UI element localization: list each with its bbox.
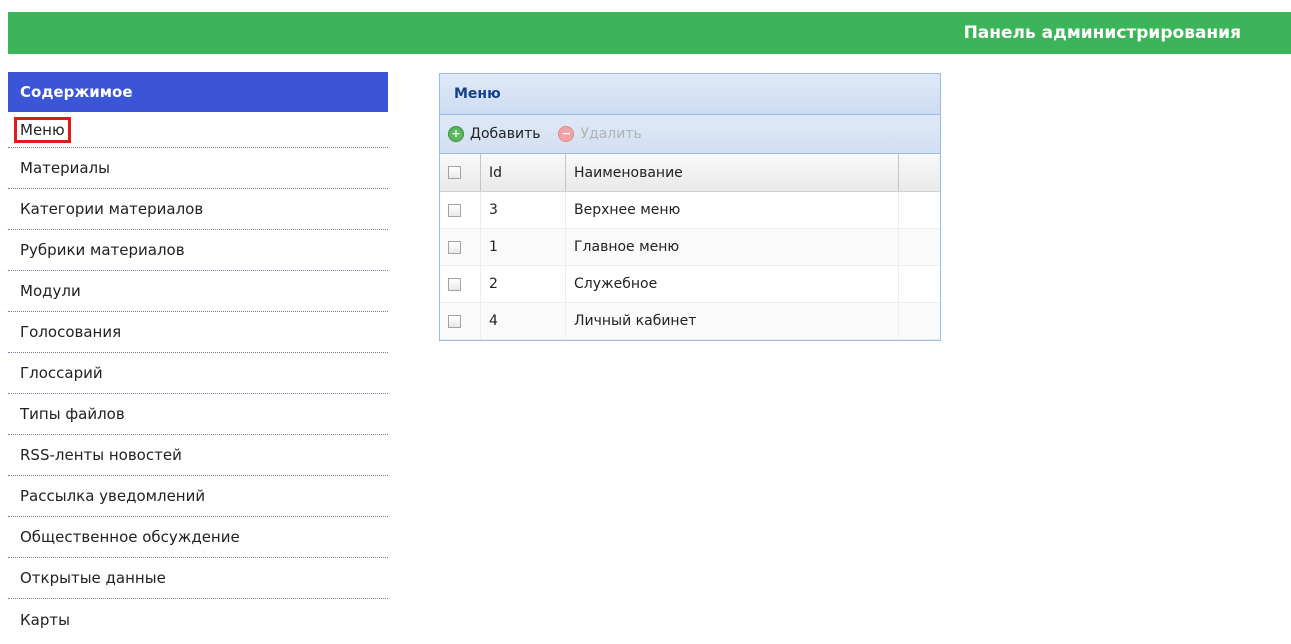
row-id: 4 bbox=[480, 302, 566, 340]
row-checkbox-cell bbox=[440, 228, 481, 266]
sidebar-item-public-discussion[interactable]: Общественное обсуждение bbox=[8, 517, 388, 558]
sidebar-item-label: Категории материалов bbox=[20, 200, 204, 218]
row-filler bbox=[898, 265, 940, 303]
table-header-row: Id Наименование bbox=[440, 154, 940, 192]
sidebar-item-menu[interactable]: Меню bbox=[8, 112, 388, 148]
row-filler bbox=[898, 191, 940, 229]
sidebar-item-maps[interactable]: Карты bbox=[8, 599, 388, 640]
sidebar-item-label: Голосования bbox=[20, 323, 122, 341]
row-id: 2 bbox=[480, 265, 566, 303]
table-row[interactable]: 4 Личный кабинет bbox=[440, 302, 940, 340]
row-filler bbox=[898, 302, 940, 340]
sidebar-item-notifications[interactable]: Рассылка уведомлений bbox=[8, 476, 388, 517]
sidebar-item-label: Рассылка уведомлений bbox=[20, 487, 206, 505]
sidebar-item-label: Общественное обсуждение bbox=[20, 528, 240, 546]
add-button[interactable]: + Добавить bbox=[448, 126, 540, 142]
sidebar-item-open-data[interactable]: Открытые данные bbox=[8, 558, 388, 599]
grid-toolbar: + Добавить − Удалить bbox=[440, 115, 940, 154]
column-header-id[interactable]: Id bbox=[480, 154, 566, 192]
sidebar-item-label: Рубрики материалов bbox=[20, 241, 185, 259]
sidebar-menu: Меню Материалы Категории материалов Рубр… bbox=[8, 112, 388, 640]
sidebar-item-label: Модули bbox=[20, 282, 81, 300]
table-row[interactable]: 1 Главное меню bbox=[440, 228, 940, 266]
table-row[interactable]: 2 Служебное bbox=[440, 265, 940, 303]
row-name: Главное меню bbox=[565, 228, 899, 266]
sidebar-item-file-types[interactable]: Типы файлов bbox=[8, 394, 388, 435]
row-name: Служебное bbox=[565, 265, 899, 303]
minus-circle-icon: − bbox=[558, 126, 575, 142]
row-checkbox[interactable] bbox=[448, 314, 461, 328]
sidebar-item-label: Типы файлов bbox=[20, 405, 125, 423]
row-id: 3 bbox=[480, 191, 566, 229]
select-all-checkbox[interactable] bbox=[448, 166, 461, 179]
sidebar-item-polls[interactable]: Голосования bbox=[8, 312, 388, 353]
sidebar-item-materials[interactable]: Материалы bbox=[8, 148, 388, 189]
sidebar-item-label: Карты bbox=[20, 610, 70, 629]
sidebar-item-label: Меню bbox=[14, 116, 71, 143]
delete-button[interactable]: − Удалить bbox=[558, 126, 642, 142]
admin-panel-title: Панель администрирования bbox=[963, 23, 1241, 43]
row-name: Верхнее меню bbox=[565, 191, 899, 229]
row-id: 1 bbox=[480, 228, 566, 266]
row-filler bbox=[898, 228, 940, 266]
delete-button-label: Удалить bbox=[580, 126, 642, 142]
row-checkbox[interactable] bbox=[448, 240, 461, 254]
column-header-name[interactable]: Наименование bbox=[565, 154, 899, 192]
sidebar-item-material-categories[interactable]: Категории материалов bbox=[8, 189, 388, 230]
row-checkbox-cell bbox=[440, 265, 481, 303]
table-row[interactable]: 3 Верхнее меню bbox=[440, 191, 940, 229]
select-all-cell bbox=[440, 154, 481, 192]
menu-table: Id Наименование 3 Верхнее меню 1 Главное… bbox=[440, 154, 940, 340]
menu-grid-panel: Меню + Добавить − Удалить Id Наименовани… bbox=[439, 73, 941, 341]
row-checkbox[interactable] bbox=[448, 277, 461, 291]
add-button-label: Добавить bbox=[470, 126, 541, 142]
row-name: Личный кабинет bbox=[565, 302, 899, 340]
sidebar-item-modules[interactable]: Модули bbox=[8, 271, 388, 312]
row-checkbox-cell bbox=[440, 191, 481, 229]
sidebar-item-material-rubrics[interactable]: Рубрики материалов bbox=[8, 230, 388, 271]
sidebar-item-label: Открытые данные bbox=[20, 569, 166, 587]
column-header-filler bbox=[898, 154, 940, 192]
row-checkbox-cell bbox=[440, 302, 481, 340]
sidebar-item-label: Глоссарий bbox=[20, 364, 103, 382]
sidebar: Содержимое Меню Материалы Категории мате… bbox=[8, 72, 388, 640]
top-header-bar: Панель администрирования bbox=[8, 12, 1291, 54]
plus-circle-icon: + bbox=[448, 126, 464, 142]
panel-title: Меню bbox=[440, 74, 940, 115]
row-checkbox[interactable] bbox=[448, 203, 461, 217]
sidebar-item-glossary[interactable]: Глоссарий bbox=[8, 353, 388, 394]
sidebar-item-label: RSS-ленты новостей bbox=[20, 446, 182, 464]
sidebar-item-rss-feeds[interactable]: RSS-ленты новостей bbox=[8, 435, 388, 476]
sidebar-item-label: Материалы bbox=[20, 159, 110, 177]
sidebar-heading: Содержимое bbox=[8, 72, 388, 112]
